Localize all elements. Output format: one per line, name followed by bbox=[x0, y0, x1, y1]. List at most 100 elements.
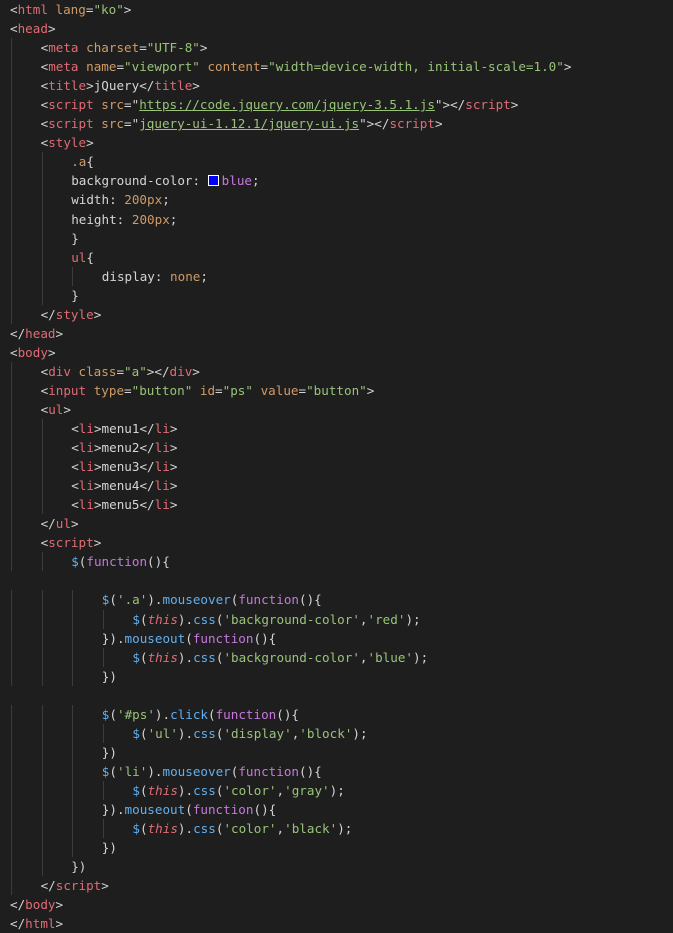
code-token: > bbox=[563, 59, 572, 75]
code-token: </ bbox=[139, 78, 155, 94]
code-token: script bbox=[55, 878, 102, 894]
code-line[interactable]: }) bbox=[0, 857, 673, 877]
code-line[interactable]: <li>menu5</li> bbox=[0, 495, 673, 515]
code-line[interactable]: <div class="a"></div> bbox=[0, 361, 673, 381]
code-line[interactable]: height: 200px; bbox=[0, 209, 673, 229]
code-token: li bbox=[78, 478, 94, 494]
code-token: "ps" bbox=[222, 382, 253, 398]
code-line[interactable]: </ul> bbox=[0, 514, 673, 534]
indent-guide bbox=[41, 190, 43, 210]
code-token: input bbox=[48, 382, 87, 398]
code-line[interactable]: }).mouseout(function(){ bbox=[0, 799, 673, 820]
code-line[interactable]: <meta charset="UTF-8"> bbox=[0, 38, 673, 58]
code-line[interactable]: <li>menu4</li> bbox=[0, 476, 673, 496]
code-token: li bbox=[78, 459, 94, 475]
code-token: < bbox=[71, 421, 79, 437]
indent-guide bbox=[41, 647, 43, 667]
code-token: , bbox=[276, 782, 285, 798]
code-line[interactable]: background-color: blue; bbox=[0, 171, 673, 191]
code-line[interactable]: $('ul').css('display','block'); bbox=[0, 723, 673, 743]
code-line[interactable]: <meta name="viewport" content="width=dev… bbox=[0, 57, 673, 77]
code-line[interactable]: $('li').mouseover(function(){ bbox=[0, 761, 673, 781]
code-line[interactable]: } bbox=[0, 228, 673, 248]
code-line[interactable]: <html lang="ko"> bbox=[0, 0, 673, 19]
indent-guide bbox=[41, 761, 43, 781]
code-line[interactable]: </script> bbox=[0, 876, 673, 896]
code-line[interactable]: ul{ bbox=[0, 247, 673, 267]
code-token: function bbox=[192, 801, 254, 817]
code-token: > bbox=[366, 382, 375, 398]
code-line[interactable]: <script> bbox=[0, 533, 673, 553]
code-token: lang bbox=[47, 2, 86, 17]
code-token: ( bbox=[139, 821, 148, 837]
code-token: ul bbox=[71, 249, 87, 265]
code-line[interactable]: width: 200px; bbox=[0, 190, 673, 210]
code-line[interactable]: <li>menu3</li> bbox=[0, 457, 673, 477]
code-line[interactable]: <script src="jquery-ui-1.12.1/jquery-ui.… bbox=[0, 114, 673, 134]
code-line[interactable]: </head> bbox=[0, 324, 673, 343]
code-line[interactable]: .a{ bbox=[0, 152, 673, 172]
code-line[interactable]: <li>menu1</li> bbox=[0, 419, 673, 439]
indent-guide bbox=[72, 666, 74, 686]
code-token: content bbox=[199, 59, 261, 75]
code-token: "button" bbox=[306, 382, 367, 398]
code-line[interactable]: display: none; bbox=[0, 266, 673, 286]
code-line[interactable]: }) bbox=[0, 666, 673, 686]
indent-guide bbox=[11, 171, 12, 191]
code-line[interactable]: $(function(){ bbox=[0, 552, 673, 572]
code-line[interactable]: }) bbox=[0, 742, 673, 762]
code-token: 'ul' bbox=[147, 725, 178, 741]
code-line[interactable]: <ul> bbox=[0, 399, 673, 420]
code-line[interactable] bbox=[0, 686, 673, 705]
code-token: ( bbox=[139, 611, 148, 627]
code-line[interactable]: } bbox=[0, 285, 673, 305]
indent-guide bbox=[11, 742, 12, 762]
code-line[interactable]: </style> bbox=[0, 304, 673, 324]
code-token: > bbox=[169, 440, 178, 456]
code-line[interactable]: <head> bbox=[0, 19, 673, 38]
code-token: > bbox=[63, 401, 71, 417]
indent-guide bbox=[11, 590, 12, 610]
code-line[interactable]: </html> bbox=[0, 914, 673, 933]
code-line[interactable]: <style> bbox=[0, 133, 673, 153]
indent-guide bbox=[11, 819, 12, 839]
color-swatch-icon[interactable] bbox=[207, 175, 219, 187]
code-token: < bbox=[10, 2, 18, 17]
code-line[interactable]: }).mouseout(function(){ bbox=[0, 628, 673, 648]
code-line[interactable]: $(this).css('color','gray'); bbox=[0, 780, 673, 800]
code-token: mouseover bbox=[162, 592, 231, 608]
code-token: > bbox=[192, 363, 200, 379]
code-token: (){ bbox=[253, 801, 277, 817]
code-token: > bbox=[169, 497, 178, 513]
code-token: $ bbox=[132, 821, 140, 837]
code-line[interactable]: <title>jQuery</title> bbox=[0, 76, 673, 96]
indent-guide bbox=[41, 857, 43, 877]
code-line[interactable]: }) bbox=[0, 838, 673, 858]
code-token: src bbox=[93, 97, 125, 113]
code-line[interactable]: $(this).css('color','black'); bbox=[0, 819, 673, 839]
code-token: body bbox=[17, 344, 48, 360]
code-line[interactable]: </body> bbox=[0, 895, 673, 914]
code-line[interactable]: $(this).css('background-color','blue'); bbox=[0, 647, 673, 667]
code-line[interactable]: $(this).css('background-color','red'); bbox=[0, 609, 673, 629]
code-line[interactable]: <input type="button" id="ps" value="butt… bbox=[0, 380, 673, 400]
indent-guide bbox=[41, 228, 43, 248]
code-token: = bbox=[124, 382, 132, 398]
indent-guide bbox=[72, 742, 74, 762]
code-line[interactable]: <script src="https://code.jquery.com/jqu… bbox=[0, 95, 673, 115]
code-token: > bbox=[55, 916, 64, 932]
indent-guide bbox=[41, 247, 43, 267]
code-token: https://code.jquery.com/jquery-3.5.1.js bbox=[139, 97, 435, 113]
code-line[interactable]: <body> bbox=[0, 343, 673, 362]
code-line[interactable]: $('.a').mouseover(function(){ bbox=[0, 590, 673, 610]
code-line[interactable] bbox=[0, 571, 673, 590]
code-editor[interactable]: <html lang="ko"> <head> <meta charset="UTF… bbox=[0, 0, 673, 933]
code-line[interactable]: $('#ps').click(function(){ bbox=[0, 704, 673, 724]
code-line[interactable]: <li>menu2</li> bbox=[0, 438, 673, 458]
code-token: < bbox=[71, 478, 79, 494]
code-token: ). bbox=[177, 611, 194, 627]
indent-guide bbox=[41, 723, 43, 743]
code-token: function bbox=[238, 592, 300, 608]
code-token: > bbox=[86, 135, 94, 151]
indent-guide bbox=[102, 647, 104, 667]
